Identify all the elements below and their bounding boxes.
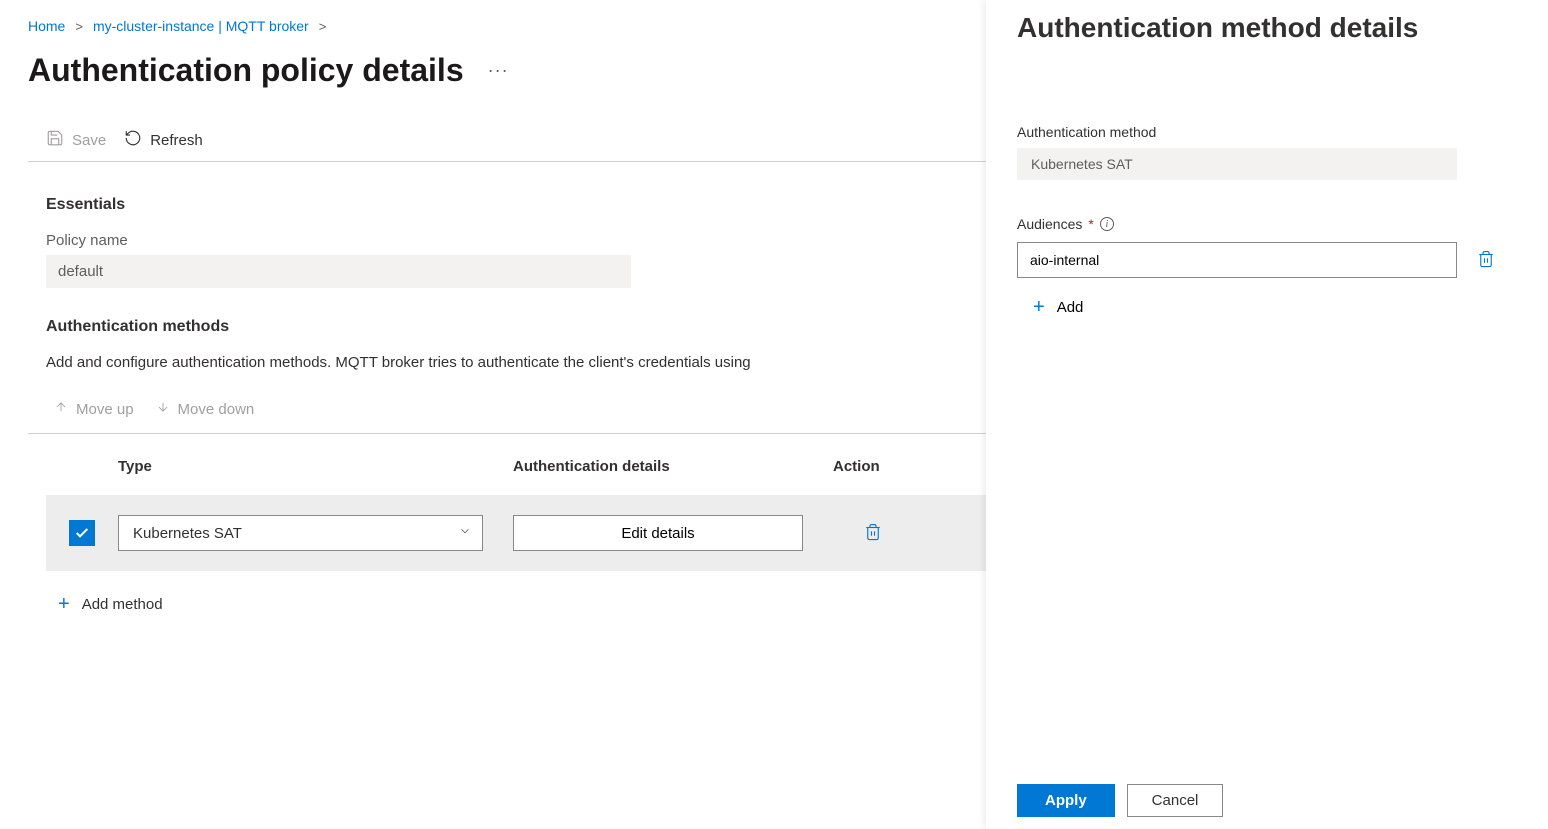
plus-icon: + <box>58 593 70 616</box>
trash-icon <box>864 530 882 545</box>
auth-type-dropdown[interactable]: Kubernetes SAT <box>118 515 483 551</box>
column-header-action: Action <box>833 458 913 475</box>
policy-name-value: default <box>46 255 631 288</box>
move-down-button[interactable]: Move down <box>156 399 255 419</box>
save-icon <box>46 129 64 151</box>
add-method-button[interactable]: + Add method <box>58 593 163 616</box>
cancel-button[interactable]: Cancel <box>1127 784 1224 817</box>
table-row: Kubernetes SAT Edit details <box>46 495 986 571</box>
main-content: Home > my-cluster-instance | MQTT broker… <box>0 0 986 829</box>
info-icon[interactable]: i <box>1100 217 1114 231</box>
row-checkbox[interactable] <box>69 520 95 546</box>
move-up-button[interactable]: Move up <box>54 399 134 419</box>
breadcrumb: Home > my-cluster-instance | MQTT broker… <box>28 18 986 34</box>
column-header-type: Type <box>118 458 513 475</box>
toolbar: Save Refresh <box>28 129 986 162</box>
auth-method-label: Authentication method <box>1017 124 1518 140</box>
breadcrumb-cluster[interactable]: my-cluster-instance | MQTT broker <box>93 18 309 34</box>
auth-methods-heading: Authentication methods <box>28 318 986 336</box>
breadcrumb-home[interactable]: Home <box>28 18 65 34</box>
auth-method-value: Kubernetes SAT <box>1017 148 1457 180</box>
add-audience-button[interactable]: + Add <box>1033 296 1518 319</box>
refresh-button[interactable]: Refresh <box>124 129 203 151</box>
audiences-label: Audiences <box>1017 216 1082 232</box>
plus-icon: + <box>1033 296 1045 319</box>
save-button[interactable]: Save <box>46 129 106 151</box>
required-indicator: * <box>1088 216 1093 232</box>
auth-methods-description: Add and configure authentication methods… <box>28 354 986 371</box>
chevron-down-icon <box>458 524 472 542</box>
policy-name-label: Policy name <box>28 232 986 249</box>
trash-icon <box>1477 257 1495 272</box>
column-header-details: Authentication details <box>513 458 833 475</box>
delete-audience-button[interactable] <box>1477 249 1495 272</box>
essentials-heading: Essentials <box>28 196 986 214</box>
auth-methods-table: Type Authentication details Action Kuber… <box>46 434 986 571</box>
panel-title: Authentication method details <box>1017 0 1518 44</box>
apply-button[interactable]: Apply <box>1017 784 1115 817</box>
refresh-icon <box>124 129 142 151</box>
more-options-button[interactable]: ··· <box>488 60 509 81</box>
chevron-right-icon: > <box>75 19 83 34</box>
page-title: Authentication policy details <box>28 52 464 89</box>
audience-input[interactable] <box>1017 242 1457 278</box>
delete-row-button[interactable] <box>864 522 882 545</box>
arrow-down-icon <box>156 399 170 419</box>
edit-details-button[interactable]: Edit details <box>513 515 803 551</box>
chevron-right-icon: > <box>319 19 327 34</box>
details-panel: Authentication method details Authentica… <box>986 0 1548 829</box>
arrow-up-icon <box>54 399 68 419</box>
